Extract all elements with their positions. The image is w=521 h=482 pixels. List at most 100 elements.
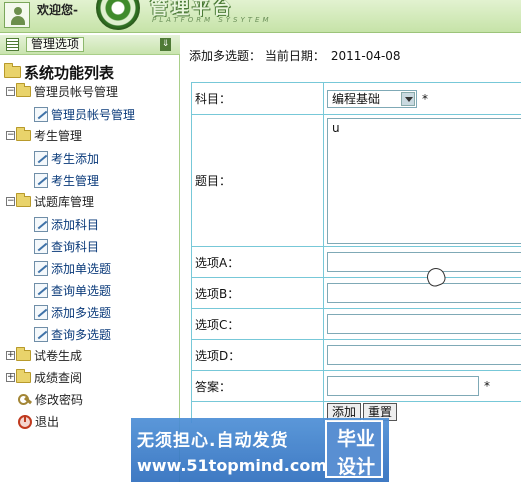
expand-plus-icon[interactable]: + <box>6 351 15 360</box>
sidebar-header: 管理选项 ⇓ <box>0 35 180 55</box>
option-d-input[interactable] <box>327 345 521 365</box>
watermark-line1: 无须担心.自动发货 <box>137 431 289 451</box>
required-mark: * <box>422 91 428 106</box>
tree-leaf-label: 添加科目 <box>51 218 100 232</box>
tree-node-question-bank[interactable]: − 试题库管理 <box>6 192 94 211</box>
answer-label: 答案： <box>191 370 324 402</box>
menu-grid-icon <box>6 38 19 51</box>
tree-leaf-add-single-choice[interactable]: 添加单选题 <box>34 259 111 278</box>
tree-node-logout[interactable]: 退出 <box>18 412 59 431</box>
folder-icon <box>16 347 31 361</box>
tree-leaf-query-single-choice[interactable]: 查询单选题 <box>34 281 111 300</box>
watermark-badge-top: 毕业 <box>337 428 376 450</box>
tree-root-label: 系统功能列表 <box>24 63 115 82</box>
option-a-label: 选项A： <box>191 246 324 278</box>
option-a-cell <box>323 246 521 278</box>
subject-cell: 编程基础 * <box>323 82 521 115</box>
tree-leaf-add-examinee[interactable]: 考生添加 <box>34 149 99 168</box>
main-panel: 添加多选题： 当前日期： 2011-04-08 科目： 编程基础 * 题目： u 选… <box>181 35 521 482</box>
option-c-cell <box>323 308 521 340</box>
breadcrumb: 添加多选题： 当前日期： 2011-04-08 <box>189 47 401 64</box>
tree-leaf-query-subject[interactable]: 查询科目 <box>34 237 99 256</box>
edit-doc-icon <box>34 327 48 342</box>
tree-node-label: 管理员帐号管理 <box>34 85 119 99</box>
tree-node-label: 成绩查阅 <box>34 371 83 385</box>
expand-plus-icon[interactable]: + <box>6 373 15 382</box>
collapse-minus-icon[interactable]: − <box>6 131 15 140</box>
option-c-input[interactable] <box>327 314 521 334</box>
tree-node-score-query[interactable]: + 成绩查阅 <box>6 368 82 387</box>
tree-leaf-query-multi-choice[interactable]: 查询多选题 <box>34 325 111 344</box>
subject-label: 科目： <box>191 82 324 115</box>
tree-node-change-password[interactable]: 修改密码 <box>18 390 83 409</box>
form-row-option-a: 选项A： <box>191 246 521 278</box>
tree-node-label: 修改密码 <box>35 393 84 407</box>
logo-subtitle: PLATFORM SYSYTEM <box>152 16 272 24</box>
tree-leaf-label: 查询单选题 <box>51 284 112 298</box>
option-b-cell <box>323 277 521 309</box>
collapse-icon[interactable]: ⇓ <box>160 38 171 51</box>
tree-leaf-manage-examinee[interactable]: 考生管理 <box>34 171 99 190</box>
current-date: 2011-04-08 <box>330 49 401 63</box>
answer-cell: * <box>323 370 521 402</box>
watermark-badge-bottom: 设计 <box>337 456 376 478</box>
sidebar: 管理选项 ⇓ 系统功能列表 − 管理员帐号管理 管理员帐号管理 − 考生管理 考… <box>0 35 180 482</box>
subject-select[interactable]: 编程基础 <box>327 89 417 108</box>
tree-leaf-label: 考生添加 <box>51 152 100 166</box>
collapse-minus-icon[interactable]: − <box>6 197 15 206</box>
tree-leaf-add-multi-choice[interactable]: 添加多选题 <box>34 303 111 322</box>
form-row-option-d: 选项D： <box>191 339 521 371</box>
option-b-input[interactable] <box>327 283 521 303</box>
tree-leaf-add-subject[interactable]: 添加科目 <box>34 215 99 234</box>
tree-node-label: 试题库管理 <box>34 195 95 209</box>
key-icon <box>18 393 32 407</box>
option-c-label: 选项C： <box>191 308 324 340</box>
form-row-option-b: 选项B： <box>191 277 521 309</box>
question-form: 科目： 编程基础 * 题目： u 选项A： 选项B： 选项C： 选项D： 答案：… <box>191 82 521 423</box>
question-textarea[interactable]: u <box>327 117 521 244</box>
edit-doc-icon <box>34 261 48 276</box>
collapse-minus-icon[interactable]: − <box>6 87 15 96</box>
folder-icon <box>16 83 31 97</box>
edit-doc-icon <box>34 283 48 298</box>
tree-leaf-label: 添加单选题 <box>51 262 112 276</box>
tree-node-admin-account[interactable]: − 管理员帐号管理 <box>6 82 118 101</box>
tree-leaf-label: 查询科目 <box>51 240 100 254</box>
form-row-question: 题目： u <box>191 114 521 247</box>
user-icon <box>4 2 30 28</box>
tree-node-label: 退出 <box>35 415 60 429</box>
answer-input[interactable] <box>327 376 479 396</box>
app-window: 欢迎您- 管理平台 PLATFORM SYSYTEM 管理选项 ⇓ 系统功能列表… <box>0 0 521 482</box>
option-d-label: 选项D： <box>191 339 324 371</box>
tree-leaf-label: 考生管理 <box>51 174 100 188</box>
question-label: 题目： <box>191 114 324 247</box>
subject-select-value: 编程基础 <box>332 91 381 106</box>
required-mark: * <box>484 378 490 393</box>
folder-icon <box>16 369 31 383</box>
folder-icon <box>16 127 31 141</box>
tree-root[interactable]: 系统功能列表 <box>4 62 114 82</box>
form-row-answer: 答案： * <box>191 370 521 402</box>
tree-node-examinee[interactable]: − 考生管理 <box>6 126 82 145</box>
edit-doc-icon <box>34 239 48 254</box>
edit-doc-icon <box>34 151 48 166</box>
tree-leaf-admin-account[interactable]: 管理员帐号管理 <box>34 105 135 124</box>
top-header: 欢迎您- 管理平台 PLATFORM SYSYTEM <box>0 0 521 33</box>
watermark-badge: 毕业 设计 <box>325 420 383 478</box>
tree-node-label: 试卷生成 <box>34 349 83 363</box>
option-b-label: 选项B： <box>191 277 324 309</box>
folder-open-icon <box>4 63 21 78</box>
form-row-subject: 科目： 编程基础 * <box>191 82 521 115</box>
form-row-option-c: 选项C： <box>191 308 521 340</box>
watermark-line2: www.51topmind.com <box>137 456 327 475</box>
logo-icon <box>96 0 140 30</box>
chevron-down-icon[interactable] <box>401 91 415 106</box>
breadcrumb-text: 添加多选题： 当前日期： <box>189 49 325 63</box>
tree-node-paper-generate[interactable]: + 试卷生成 <box>6 346 82 365</box>
edit-doc-icon <box>34 173 48 188</box>
welcome-text: 欢迎您- <box>37 3 78 17</box>
question-cell: u <box>323 114 521 247</box>
edit-doc-icon <box>34 107 48 122</box>
tree-leaf-label: 管理员帐号管理 <box>51 108 136 122</box>
option-a-input[interactable] <box>327 252 521 272</box>
